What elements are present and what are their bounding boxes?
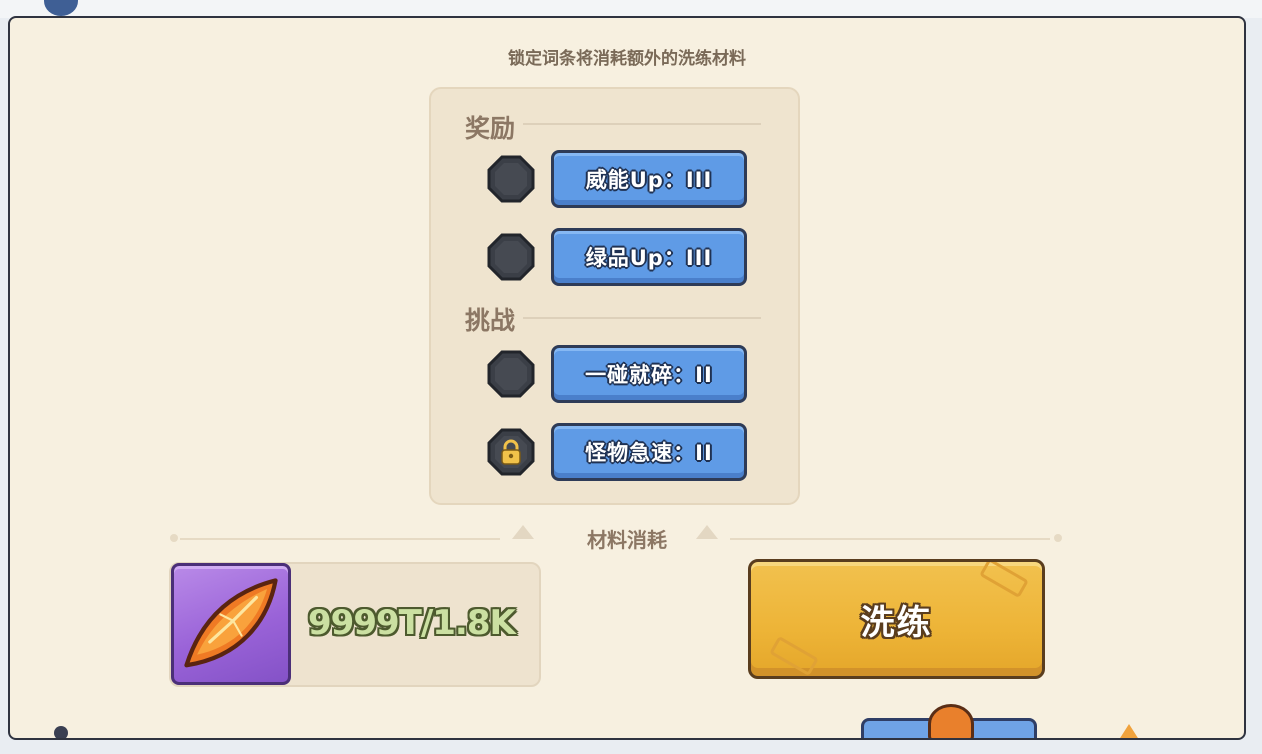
affix-button-fragile[interactable]: 一碰就碎：II (551, 345, 747, 403)
section-divider (523, 123, 761, 125)
affix-lock-toggle[interactable] (487, 350, 535, 398)
orange-crystal-icon (184, 578, 278, 668)
affix-button-monster-haste[interactable]: 怪物急速：II (551, 423, 747, 481)
refine-button-label: 洗练 (860, 602, 933, 643)
octagon-locked-icon (487, 428, 535, 476)
affix-lock-toggle[interactable] (487, 155, 535, 203)
divider-ornament (696, 525, 718, 539)
refine-panel: 锁定词条将消耗额外的洗练材料 奖励 威能Up：III 绿品Up：III 挑战 一… (8, 16, 1246, 740)
button-decoration (769, 635, 819, 676)
partial-arrow-icon (1115, 724, 1143, 738)
lock-hint-text: 锁定词条将消耗额外的洗练材料 (508, 49, 746, 69)
affix-button-green-up[interactable]: 绿品Up：III (551, 228, 747, 286)
divider-dot (1054, 534, 1062, 542)
partial-icon-left (54, 726, 68, 738)
material-item-slot[interactable] (171, 563, 291, 685)
divider-line-right (730, 538, 1050, 540)
section-title-reward: 奖励 (465, 114, 516, 143)
affix-list-box: 奖励 威能Up：III 绿品Up：III 挑战 一碰就碎：II 怪物急速：II (429, 87, 800, 505)
section-divider (523, 317, 761, 319)
material-count: 9999T/1.8K (308, 603, 516, 643)
octagon-unlocked-icon (487, 155, 535, 203)
refine-button[interactable]: 洗练 (748, 559, 1045, 679)
octagon-unlocked-icon (487, 233, 535, 281)
affix-lock-toggle[interactable] (487, 233, 535, 281)
button-decoration (979, 562, 1029, 599)
octagon-unlocked-icon (487, 350, 535, 398)
affix-button-power-up[interactable]: 威能Up：III (551, 150, 747, 208)
affix-lock-toggle[interactable] (487, 428, 535, 476)
section-title-challenge: 挑战 (465, 306, 516, 335)
partial-emblem-icon (928, 704, 974, 738)
